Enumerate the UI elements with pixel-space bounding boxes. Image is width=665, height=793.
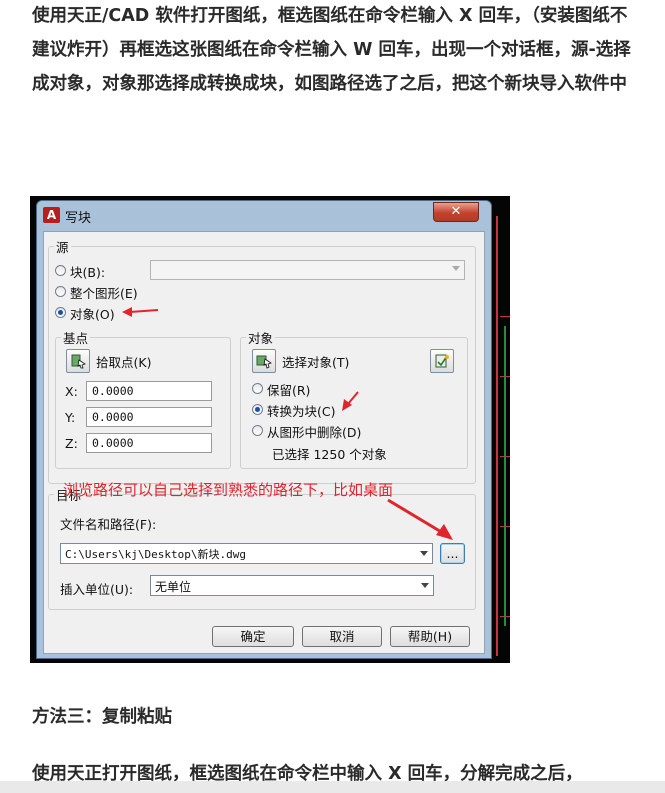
method-3-heading: 方法三：复制粘贴 (32, 707, 172, 727)
cad-screenshot: A 写块 ✕ 源 块(B): 整个图形(E) 对象(O) 基点 拾取点(K) X… (30, 196, 510, 663)
article-paragraph-1: 使用天正/CAD 软件打开图纸，框选图纸在命令栏输入 X 回车，（安装图纸不建议… (32, 6, 631, 94)
annotation-arrows (122, 307, 453, 540)
arrow-to-browse-button (387, 498, 453, 540)
arrow-to-objects-radio (122, 307, 159, 317)
bottom-bar (0, 781, 665, 793)
arrow-to-convert-radio (342, 391, 359, 411)
